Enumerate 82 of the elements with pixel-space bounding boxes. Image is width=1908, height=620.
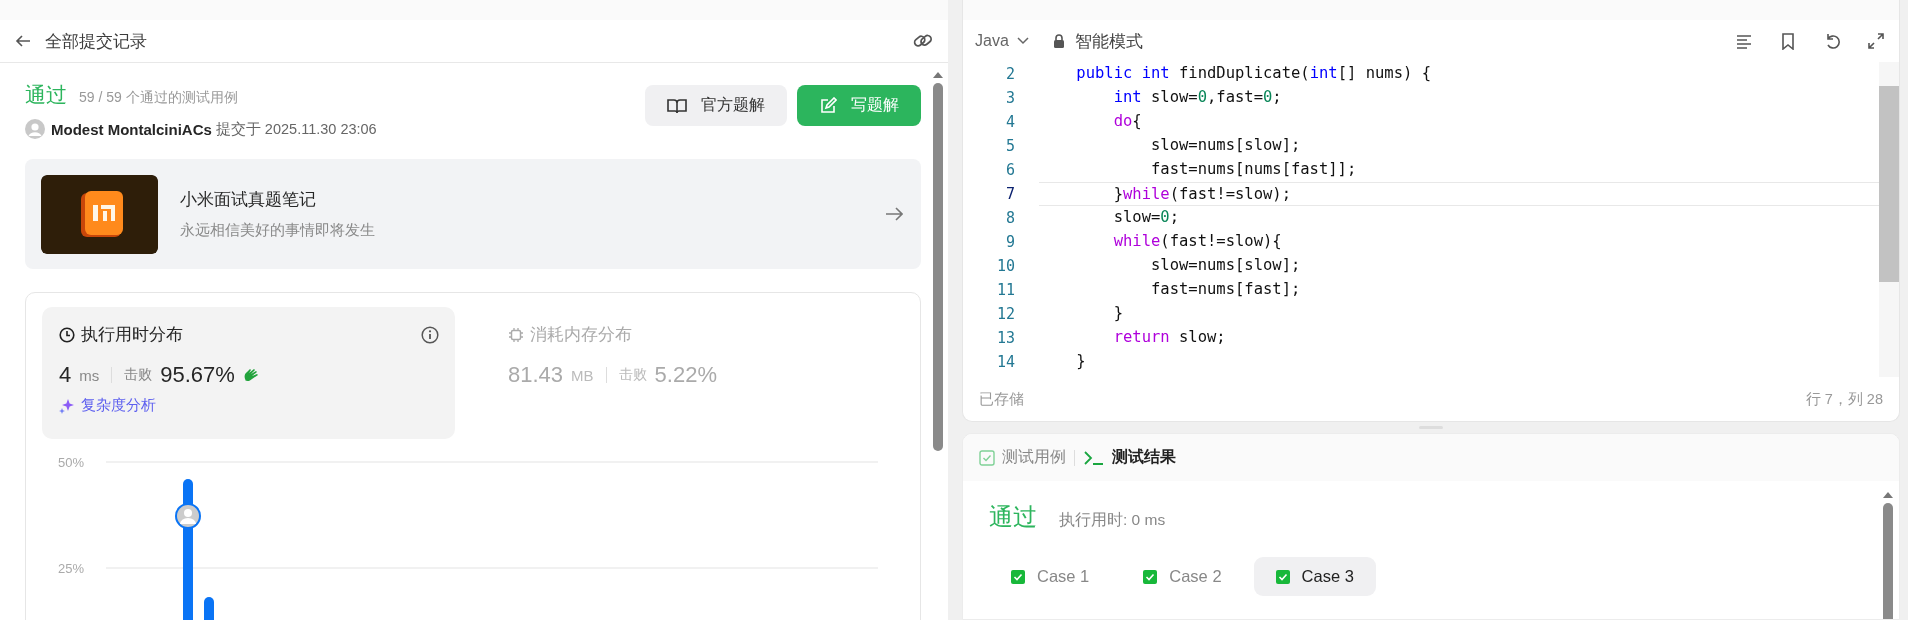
promo-subtitle: 永远相信美好的事情即将发生 xyxy=(180,221,375,240)
code-line: fast=nums[fast]; xyxy=(1149,279,1302,300)
arrow-right-icon xyxy=(885,206,903,222)
back-arrow-icon[interactable] xyxy=(15,33,31,49)
code-line: fast=nums[nums[fast]]; xyxy=(1149,159,1358,180)
scroll-up-icon[interactable] xyxy=(932,71,944,79)
line-number: 5 xyxy=(1004,137,1015,155)
line-number: 2 xyxy=(1004,65,1015,83)
line-number: 3 xyxy=(1004,89,1015,107)
case-tab[interactable]: Case 2 xyxy=(1121,557,1244,596)
line-number: 13 xyxy=(995,329,1015,347)
page-title: 全部提交记录 xyxy=(45,30,147,53)
line-number: 12 xyxy=(995,305,1015,323)
axis-label: 25% xyxy=(57,561,84,576)
submit-time: 提交于 2025.11.30 23:06 xyxy=(215,119,377,139)
scrollbar-thumb[interactable] xyxy=(1879,86,1899,282)
axis-label: 50% xyxy=(57,455,84,470)
code-line: } xyxy=(1112,303,1124,324)
line-number: 6 xyxy=(1004,161,1015,179)
line-number: 4 xyxy=(1004,113,1015,131)
line-number: 11 xyxy=(995,281,1015,299)
code-line: public int findDuplicate(int[] nums) { xyxy=(1075,63,1432,84)
panel-tab[interactable]: 测试结果 xyxy=(1083,447,1176,468)
case-tab[interactable]: Case 1 xyxy=(989,557,1112,596)
line-number: 9 xyxy=(1004,233,1015,251)
beat-label: 击败 xyxy=(124,366,153,384)
user-name[interactable]: Modest MontalciniACs xyxy=(51,120,212,138)
book-icon xyxy=(667,96,687,115)
bookmark-icon[interactable] xyxy=(1779,32,1797,50)
stat-panel[interactable]: 执行用时分布 4 ms 击败 95.67% 复杂度分析 xyxy=(42,307,455,439)
beat-percent: 5.22% xyxy=(654,362,717,388)
language-dropdown[interactable]: Java xyxy=(975,32,1029,50)
save-status: 已存储 xyxy=(979,389,1024,409)
mode-label[interactable]: 智能模式 xyxy=(1074,29,1143,53)
code-line: return slow; xyxy=(1112,327,1227,348)
line-number: 14 xyxy=(995,353,1015,371)
stat-value: 81.43 xyxy=(508,362,564,388)
scroll-up-icon[interactable] xyxy=(1882,491,1894,499)
stat-unit: ms xyxy=(79,366,100,384)
lock-icon xyxy=(1052,34,1065,48)
beat-percent: 95.67% xyxy=(160,362,235,388)
terminal-icon xyxy=(1083,449,1105,466)
chip-icon xyxy=(508,327,524,343)
promo-title: 小米面试真题笔记 xyxy=(180,189,317,211)
clap-icon xyxy=(242,367,259,383)
testcase-count: 59 / 59 个通过的测试用例 xyxy=(79,89,238,107)
stat-title: 执行用时分布 xyxy=(81,324,183,345)
beat-label: 击败 xyxy=(618,366,647,384)
code-line: int slow=0,fast=0; xyxy=(1112,87,1283,108)
clock-icon xyxy=(59,327,75,343)
code-line: while(fast!=slow){ xyxy=(1112,231,1283,252)
code-line: slow=nums[slow]; xyxy=(1149,255,1302,276)
code-line: slow=nums[slow]; xyxy=(1149,135,1302,156)
panel-tab[interactable]: 测试用例 xyxy=(979,447,1066,468)
avatar-icon xyxy=(25,119,45,139)
scrollbar-thumb[interactable] xyxy=(933,83,943,451)
line-number: 7 xyxy=(1004,185,1015,203)
stat-value: 4 xyxy=(59,362,72,388)
code-line: }while(fast!=slow); xyxy=(1039,182,1879,206)
sparkle-icon xyxy=(59,397,75,414)
cursor-position: 行 7，列 28 xyxy=(1805,389,1883,409)
info-icon[interactable] xyxy=(421,326,439,344)
runtime-text: 执行用时: 0 ms xyxy=(1059,510,1166,530)
status-text: 通过 xyxy=(989,502,1037,532)
promo-card[interactable]: 小米面试真题笔记 永远相信美好的事情即将发生 xyxy=(25,159,921,269)
status-text: 通过 xyxy=(25,82,67,108)
chevron-down-icon xyxy=(1016,37,1029,45)
solution-button[interactable]: 官方题解 xyxy=(645,85,787,126)
user-marker-icon xyxy=(175,503,201,529)
case-tab[interactable]: Case 3 xyxy=(1253,557,1376,596)
code-line: slow=0; xyxy=(1112,207,1180,228)
format-icon[interactable] xyxy=(1735,32,1753,50)
checkbox-icon xyxy=(979,449,995,466)
stat-unit: MB xyxy=(571,366,594,384)
code-line: do{ xyxy=(1112,111,1143,132)
stat-title: 消耗内存分布 xyxy=(530,324,632,345)
line-number: 10 xyxy=(995,257,1015,275)
code-line: } xyxy=(1075,351,1087,372)
expand-icon[interactable] xyxy=(1867,32,1885,50)
complexity-link[interactable]: 复杂度分析 xyxy=(81,396,156,415)
line-number: 8 xyxy=(1004,209,1015,227)
edit-icon xyxy=(819,96,837,115)
